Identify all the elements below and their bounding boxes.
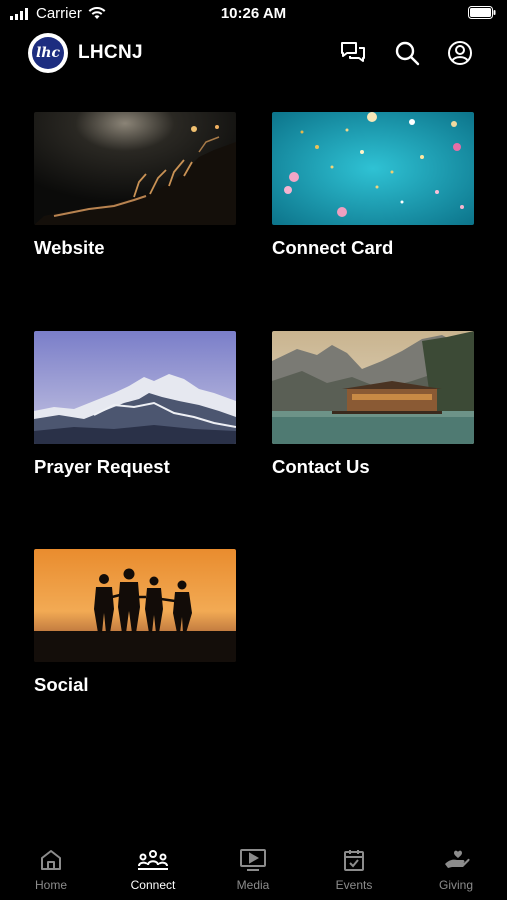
people-icon	[138, 850, 168, 870]
search-icon[interactable]	[393, 39, 421, 67]
tab-events[interactable]: Events	[304, 848, 404, 892]
tab-label: Events	[335, 878, 373, 892]
account-icon[interactable]	[446, 39, 474, 67]
tab-media[interactable]: Media	[203, 848, 303, 892]
contact-us-image	[272, 331, 474, 444]
church-logo[interactable]: lhc	[28, 33, 68, 73]
giving-hand-icon	[445, 850, 470, 868]
prayer-request-image	[34, 331, 236, 444]
card-social[interactable]: Social	[34, 549, 236, 696]
logo-mark: lhc	[32, 37, 64, 69]
card-label: Social	[34, 674, 89, 695]
tab-bar: Home Connect Media Events Giving	[0, 840, 507, 900]
card-label: Website	[34, 237, 105, 258]
tab-label: Home	[34, 878, 67, 892]
tab-home[interactable]: Home	[1, 848, 101, 892]
tab-label: Connect	[130, 878, 176, 892]
connect-card-image	[272, 112, 474, 225]
card-label: Connect Card	[272, 237, 394, 258]
card-label: Contact Us	[272, 456, 370, 477]
tab-label: Media	[236, 878, 270, 892]
home-icon	[41, 850, 61, 870]
chat-icon[interactable]	[339, 39, 367, 67]
app-title: LHCNJ	[78, 42, 143, 63]
card-website[interactable]: Website	[34, 112, 236, 259]
status-right	[468, 6, 496, 24]
calendar-check-icon	[344, 850, 364, 871]
status-time: 10:26 AM	[220, 5, 287, 22]
tab-label: Giving	[438, 878, 473, 892]
tab-connect[interactable]: Connect	[103, 848, 203, 892]
card-contact-us[interactable]: Contact Us	[272, 331, 474, 478]
app-header: lhc LHCNJ	[0, 30, 507, 76]
card-prayer-request[interactable]: Prayer Request	[34, 331, 236, 478]
website-image	[34, 112, 236, 225]
media-play-icon	[240, 849, 266, 871]
card-connect-card[interactable]: Connect Card	[272, 112, 474, 259]
social-image	[34, 549, 236, 662]
tab-giving[interactable]: Giving	[406, 848, 506, 892]
status-bar: Carrier 10:26 AM	[0, 0, 507, 30]
battery-icon	[468, 6, 496, 19]
card-label: Prayer Request	[34, 456, 170, 477]
